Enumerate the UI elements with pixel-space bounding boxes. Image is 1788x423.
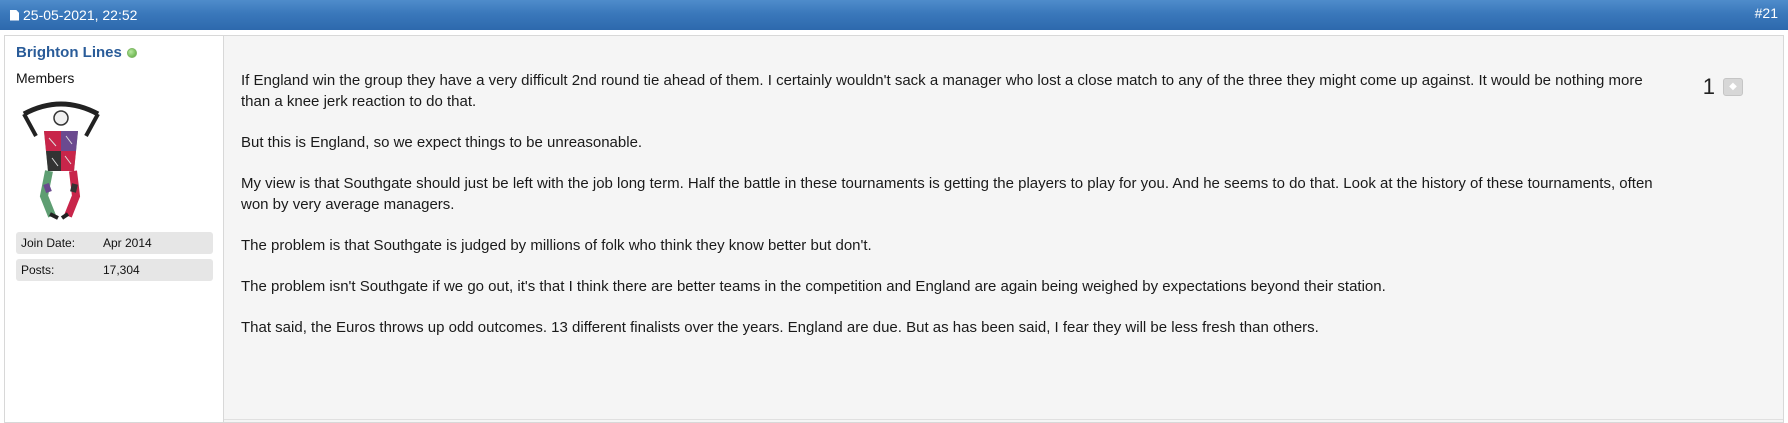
stat-label: Join Date: [21,236,76,250]
divider [224,419,1783,420]
post-paragraph: My view is that Southgate should just be… [241,175,1653,213]
stat-value: 17,304 [103,263,140,277]
post-paragraph: The problem isn't Southgate if we go out… [241,278,1386,295]
stat-join-date: Join Date: Apr 2014 [16,232,213,254]
stat-value: Apr 2014 [103,236,152,250]
stat-posts: Posts: 17,304 [16,259,213,281]
post-number-link[interactable]: #21 [1755,5,1778,21]
post-body: Brighton Lines Members Join Date: Apr 20… [4,35,1784,423]
online-status-icon [126,47,137,58]
post-header: 25-05-2021, 22:52 #21 [0,0,1788,30]
username-row: Brighton Lines [16,44,213,61]
post-content: If England win the group they have a ver… [224,36,1783,422]
post-paragraph: The problem is that Southgate is judged … [241,237,872,254]
user-title: Members [16,70,75,86]
reputation-icon[interactable]: ◆ [1723,77,1743,96]
stat-label: Posts: [21,263,55,277]
reputation: 1 ◆ [1702,74,1743,99]
post-date-text: 25-05-2021, 22:52 [23,7,138,23]
post-paragraph: If England win the group they have a ver… [241,72,1643,110]
user-info: Brighton Lines Members Join Date: Apr 20… [5,36,224,422]
post-date: 25-05-2021, 22:52 [10,7,137,23]
username-link[interactable]: Brighton Lines [16,44,122,61]
document-icon [10,9,19,21]
reputation-count: 1 [1702,74,1715,99]
user-stats: Join Date: Apr 2014 Posts: 17,304 [16,232,213,281]
post-paragraph: But this is England, so we expect things… [241,134,643,151]
avatar[interactable] [16,96,106,224]
post-paragraph: That said, the Euros throws up odd outco… [241,319,1319,336]
